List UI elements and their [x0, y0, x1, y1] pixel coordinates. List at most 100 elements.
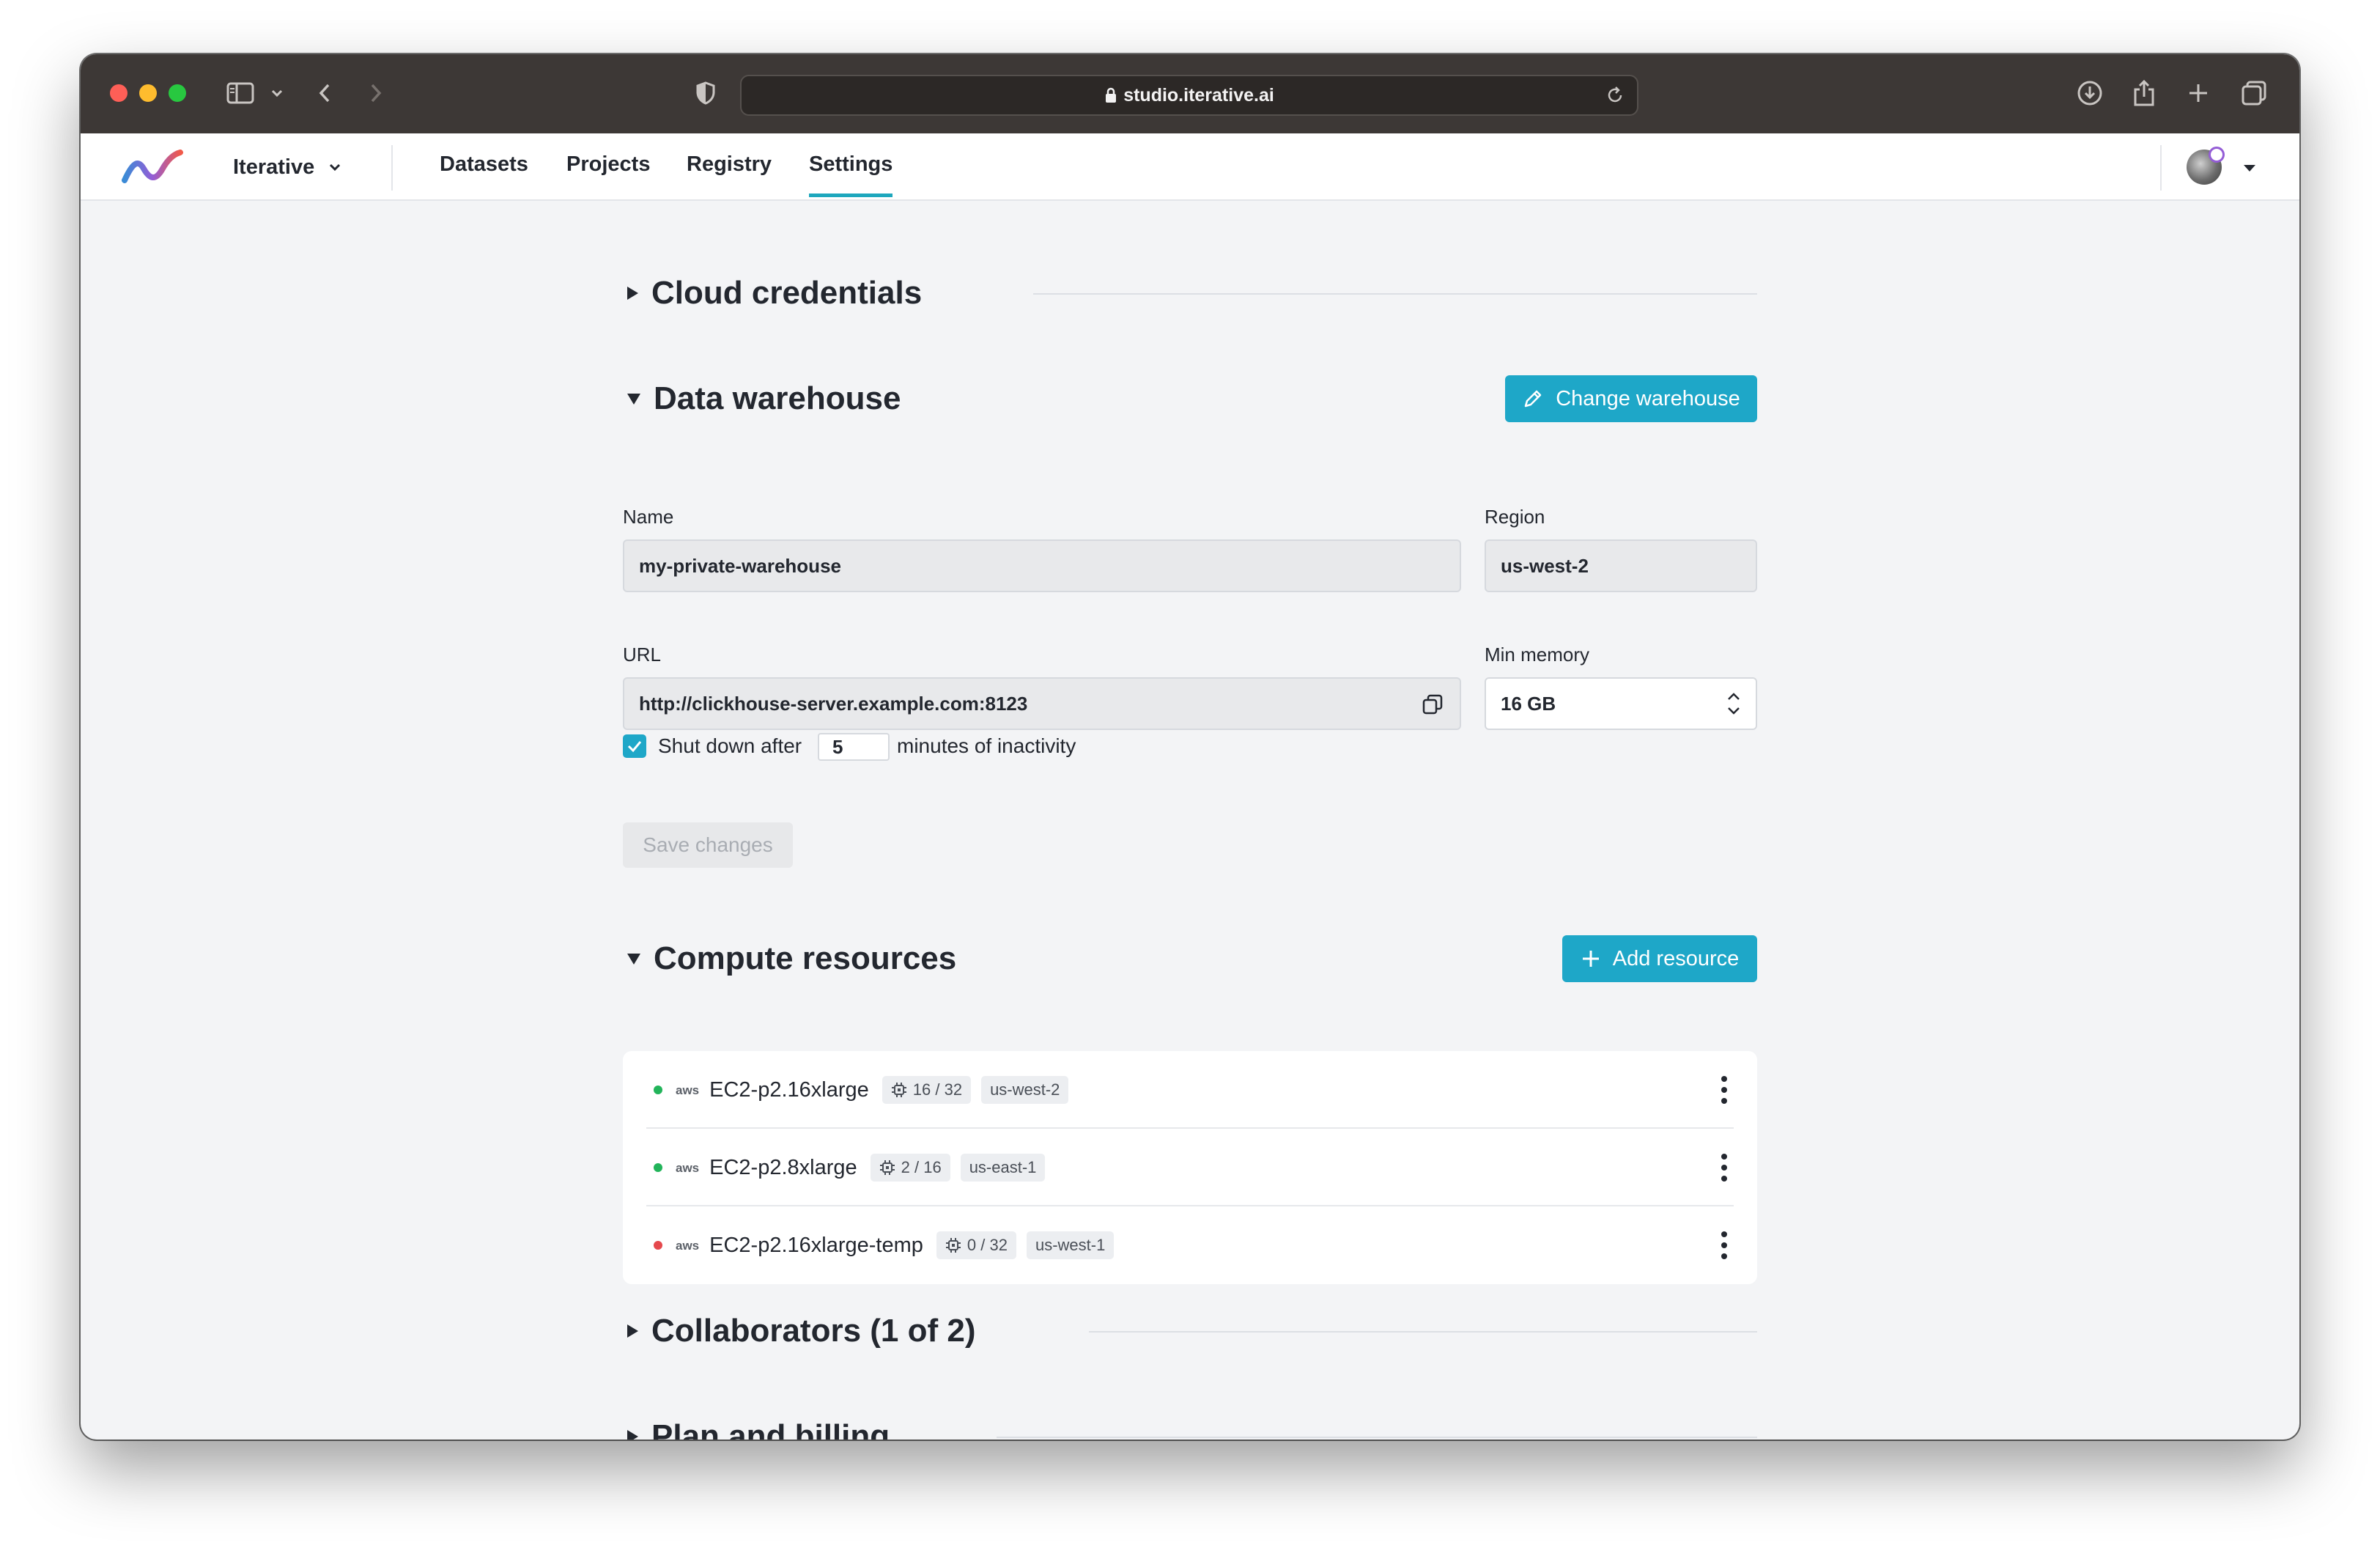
data-warehouse-header[interactable]: Data warehouse [627, 377, 901, 421]
expand-triangle-icon [627, 1324, 638, 1338]
address-bar[interactable]: studio.iterative.ai [740, 75, 1638, 116]
region-field[interactable]: us-west-2 [1485, 539, 1757, 592]
chevron-down-icon[interactable] [268, 76, 286, 110]
url-text: studio.iterative.ai [1123, 84, 1274, 106]
new-tab-icon[interactable] [2184, 76, 2213, 110]
aws-icon: aws [676, 1083, 700, 1097]
usage-value: 0 / 32 [967, 1236, 1008, 1254]
change-warehouse-label: Change warehouse [1556, 386, 1740, 410]
usage-badge: 0 / 32 [936, 1231, 1016, 1259]
nav-divider [391, 145, 393, 191]
url-value: http://clickhouse-server.example.com:812… [639, 692, 1028, 715]
section-divider [1033, 293, 1757, 295]
lock-icon [1106, 87, 1117, 103]
app-navbar: Iterative Datasets Projects Registry Set… [81, 133, 2299, 201]
list-item[interactable]: aws EC2-p2.16xlarge-temp 0 / 32 us-west-… [623, 1206, 1757, 1284]
add-resource-button[interactable]: Add resource [1562, 935, 1757, 982]
nav-divider [2160, 145, 2162, 191]
cloud-credentials-header[interactable]: Cloud credentials [627, 271, 922, 315]
section-title: Data warehouse [654, 380, 901, 416]
usage-badge: 2 / 16 [870, 1154, 950, 1182]
section-divider [997, 1437, 1757, 1438]
copy-icon[interactable] [1422, 693, 1444, 720]
tab-projects[interactable]: Projects [566, 152, 650, 182]
section-title: Cloud credentials [651, 275, 923, 311]
share-icon[interactable] [2129, 76, 2159, 110]
warehouse-name-value: my-private-warehouse [639, 554, 841, 577]
avatar-badge-icon [2209, 147, 2225, 163]
resource-name: EC2-p2.8xlarge [709, 1155, 857, 1179]
forward-icon[interactable] [365, 76, 387, 110]
shutdown-checkbox[interactable] [623, 734, 646, 758]
tab-registry[interactable]: Registry [687, 152, 772, 182]
status-dot [654, 1241, 662, 1250]
reload-icon[interactable] [1605, 85, 1625, 109]
list-item[interactable]: aws EC2-p2.16xlarge 16 / 32 us-west-2 [623, 1051, 1757, 1129]
region-value: us-west-2 [1501, 554, 1589, 577]
compute-resources-header[interactable]: Compute resources [627, 937, 956, 981]
minimize-window-button[interactable] [139, 84, 157, 102]
min-memory-label: Min memory [1485, 644, 1590, 666]
usage-value: 2 / 16 [901, 1158, 942, 1176]
collaborators-header[interactable]: Collaborators (1 of 2) [627, 1309, 976, 1353]
browser-titlebar: studio.iterative.ai [81, 54, 2299, 133]
aws-icon: aws [676, 1238, 700, 1253]
save-changes-button[interactable]: Save changes [623, 822, 793, 868]
section-title: Compute resources [654, 940, 957, 976]
plan-billing-header[interactable]: Plan and billing [627, 1415, 890, 1440]
tab-datasets[interactable]: Datasets [440, 152, 528, 182]
tab-settings[interactable]: Settings [809, 152, 893, 197]
chevron-down-icon [330, 163, 341, 172]
warehouse-name-field[interactable]: my-private-warehouse [623, 539, 1461, 592]
resource-name: EC2-p2.16xlarge-temp [709, 1233, 923, 1257]
shutdown-minutes-input[interactable]: 5 [818, 733, 890, 761]
pencil-icon [1524, 390, 1542, 408]
shutdown-suffix-text: minutes of inactivity [897, 734, 1076, 757]
url-label: URL [623, 644, 662, 666]
checkmark-icon [627, 741, 642, 753]
org-switcher[interactable]: Iterative [233, 152, 342, 182]
more-options-icon[interactable] [1721, 1154, 1728, 1182]
shutdown-prefix-text: Shut down after [658, 734, 802, 757]
section-title: Plan and billing [651, 1418, 890, 1440]
more-options-icon[interactable] [1721, 1231, 1728, 1259]
change-warehouse-button[interactable]: Change warehouse [1505, 375, 1757, 422]
zoom-window-button[interactable] [169, 84, 186, 102]
privacy-shield-icon[interactable] [693, 76, 718, 110]
expand-triangle-icon [627, 287, 638, 300]
compute-resource-list: aws EC2-p2.16xlarge 16 / 32 us-west-2 aw… [623, 1051, 1757, 1284]
tab-overview-icon[interactable] [2238, 76, 2270, 110]
cpu-icon [879, 1160, 895, 1175]
iterative-logo[interactable] [122, 150, 183, 190]
download-icon[interactable] [2075, 76, 2104, 110]
org-name: Iterative [233, 155, 315, 179]
resource-name: EC2-p2.16xlarge [709, 1077, 869, 1102]
region-label: Region [1485, 506, 1545, 528]
back-icon[interactable] [314, 76, 336, 110]
name-label: Name [623, 506, 674, 528]
min-memory-value: 16 GB [1501, 692, 1556, 715]
min-memory-select[interactable]: 16 GB [1485, 677, 1757, 730]
expand-triangle-icon [627, 1430, 638, 1440]
cpu-icon [891, 1083, 906, 1097]
region-badge: us-east-1 [960, 1154, 1046, 1182]
usage-value: 16 / 32 [912, 1080, 963, 1099]
stepper-icon[interactable] [1725, 689, 1742, 723]
cpu-icon [945, 1238, 961, 1253]
caret-down-icon[interactable] [2242, 163, 2257, 176]
close-window-button[interactable] [110, 84, 128, 102]
section-divider [1089, 1331, 1757, 1333]
collapse-triangle-icon [627, 393, 640, 405]
settings-content: Cloud credentials Data warehouse Change … [81, 201, 2299, 1440]
url-field[interactable]: http://clickhouse-server.example.com:812… [623, 677, 1461, 730]
status-dot [654, 1086, 662, 1094]
usage-badge: 16 / 32 [882, 1076, 972, 1104]
collapse-triangle-icon [627, 953, 640, 965]
aws-icon: aws [676, 1160, 700, 1175]
more-options-icon[interactable] [1721, 1076, 1728, 1104]
list-item[interactable]: aws EC2-p2.8xlarge 2 / 16 us-east-1 [623, 1129, 1757, 1206]
add-resource-label: Add resource [1612, 946, 1740, 970]
browser-window: studio.iterative.ai Iterative Datasets P… [81, 54, 2299, 1440]
section-title: Collaborators (1 of 2) [651, 1313, 976, 1349]
sidebar-toggle-icon[interactable] [224, 76, 256, 110]
